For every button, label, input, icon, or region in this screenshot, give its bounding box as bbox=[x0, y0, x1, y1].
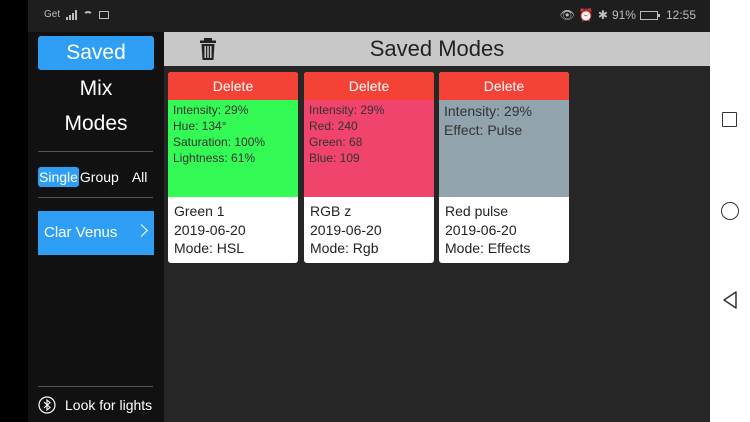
detail-line: Intensity: 29% bbox=[444, 103, 532, 119]
nav-modes[interactable]: Modes bbox=[38, 107, 154, 141]
chevron-right-icon bbox=[135, 224, 148, 237]
nav-mix[interactable]: Mix bbox=[38, 72, 154, 106]
main-panel: Saved Modes Delete Intensity: 29% Hue: 1… bbox=[164, 32, 710, 422]
mode-date: 2019-06-20 bbox=[310, 221, 382, 238]
status-bar: Get 👁 ⏰ ✱ 91% 12:55 bbox=[28, 0, 710, 32]
nav-saved[interactable]: Saved bbox=[38, 36, 154, 70]
color-swatch: Intensity: 29% Hue: 134° Saturation: 100… bbox=[168, 100, 298, 197]
delete-button[interactable]: Delete bbox=[304, 72, 434, 100]
signal-icon bbox=[66, 9, 78, 20]
mode-type: Mode: HSL bbox=[174, 240, 245, 256]
mode-name: Red pulse bbox=[445, 203, 509, 219]
look-for-lights-button[interactable]: Look for lights bbox=[38, 396, 152, 414]
page-title: Saved Modes bbox=[369, 36, 505, 61]
delete-button[interactable]: Delete bbox=[168, 72, 298, 100]
sidebar-divider bbox=[38, 197, 153, 198]
battery-icon bbox=[639, 10, 660, 20]
detail-line: Intensity: 29% bbox=[173, 103, 249, 117]
card-info: Red pulse 2019-06-20 Mode: Effects bbox=[439, 198, 569, 262]
device-item[interactable]: Clar Venus bbox=[38, 211, 154, 255]
look-for-lights-label: Look for lights bbox=[65, 397, 153, 413]
delete-button[interactable]: Delete bbox=[439, 72, 569, 100]
detail-line: Green: 68 bbox=[309, 135, 363, 149]
wifi-icon bbox=[83, 10, 94, 19]
mode-card[interactable]: Delete Intensity: 29% Hue: 134° Saturati… bbox=[168, 72, 298, 263]
card-info: Green 1 2019-06-20 Mode: HSL bbox=[168, 198, 298, 262]
mode-name: RGB z bbox=[310, 203, 352, 219]
android-nav-bar bbox=[710, 0, 750, 422]
filter-single[interactable]: Single bbox=[38, 167, 79, 187]
eye-icon: 👁 bbox=[559, 8, 575, 22]
detail-line: Blue: 109 bbox=[309, 151, 360, 165]
mode-date: 2019-06-20 bbox=[445, 221, 517, 238]
filter-row: Single Group All bbox=[38, 166, 148, 188]
bluetooth-icon bbox=[38, 396, 56, 414]
notification-icon bbox=[99, 10, 110, 19]
battery-percent: 91% bbox=[611, 8, 636, 22]
mode-card[interactable]: Delete Intensity: 29% Red: 240 Green: 68… bbox=[304, 72, 434, 263]
clock: 12:55 bbox=[665, 8, 696, 22]
mode-name: Green 1 bbox=[174, 203, 225, 219]
detail-line: Red: 240 bbox=[309, 119, 358, 133]
back-button[interactable] bbox=[722, 290, 738, 310]
sidebar-divider bbox=[38, 151, 153, 152]
filter-group[interactable]: Group bbox=[79, 167, 120, 187]
sidebar: Saved Mix Modes Single Group All Clar Ve… bbox=[28, 32, 164, 422]
mode-card[interactable]: Delete Intensity: 29% Effect: Pulse Red … bbox=[439, 72, 569, 263]
detail-line: Saturation: 100% bbox=[173, 135, 266, 149]
mode-date: 2019-06-20 bbox=[174, 221, 246, 238]
bluetooth-status-icon: ✱ bbox=[597, 8, 608, 22]
home-button[interactable] bbox=[721, 202, 739, 220]
detail-line: Intensity: 29% bbox=[309, 103, 385, 117]
device-label: Clar Venus bbox=[44, 224, 118, 241]
detail-line: Lightness: 61% bbox=[173, 151, 256, 165]
color-swatch: Intensity: 29% Red: 240 Green: 68 Blue: … bbox=[304, 100, 434, 197]
filter-all[interactable]: All bbox=[131, 167, 149, 187]
header-bar: Saved Modes bbox=[164, 32, 710, 66]
detail-line: Hue: 134° bbox=[173, 119, 227, 133]
recent-apps-button[interactable] bbox=[722, 112, 737, 127]
carrier-label: Get bbox=[44, 9, 61, 20]
detail-line: Effect: Pulse bbox=[444, 122, 523, 138]
card-info: RGB z 2019-06-20 Mode: Rgb bbox=[304, 198, 434, 262]
sidebar-divider bbox=[38, 386, 153, 387]
phone-frame: Get 👁 ⏰ ✱ 91% 12:55 Saved Mix Modes Sing… bbox=[0, 0, 750, 422]
color-swatch: Intensity: 29% Effect: Pulse bbox=[439, 100, 569, 197]
mode-type: Mode: Rgb bbox=[310, 240, 379, 256]
mode-type: Mode: Effects bbox=[445, 240, 531, 256]
alarm-icon: ⏰ bbox=[578, 8, 594, 22]
